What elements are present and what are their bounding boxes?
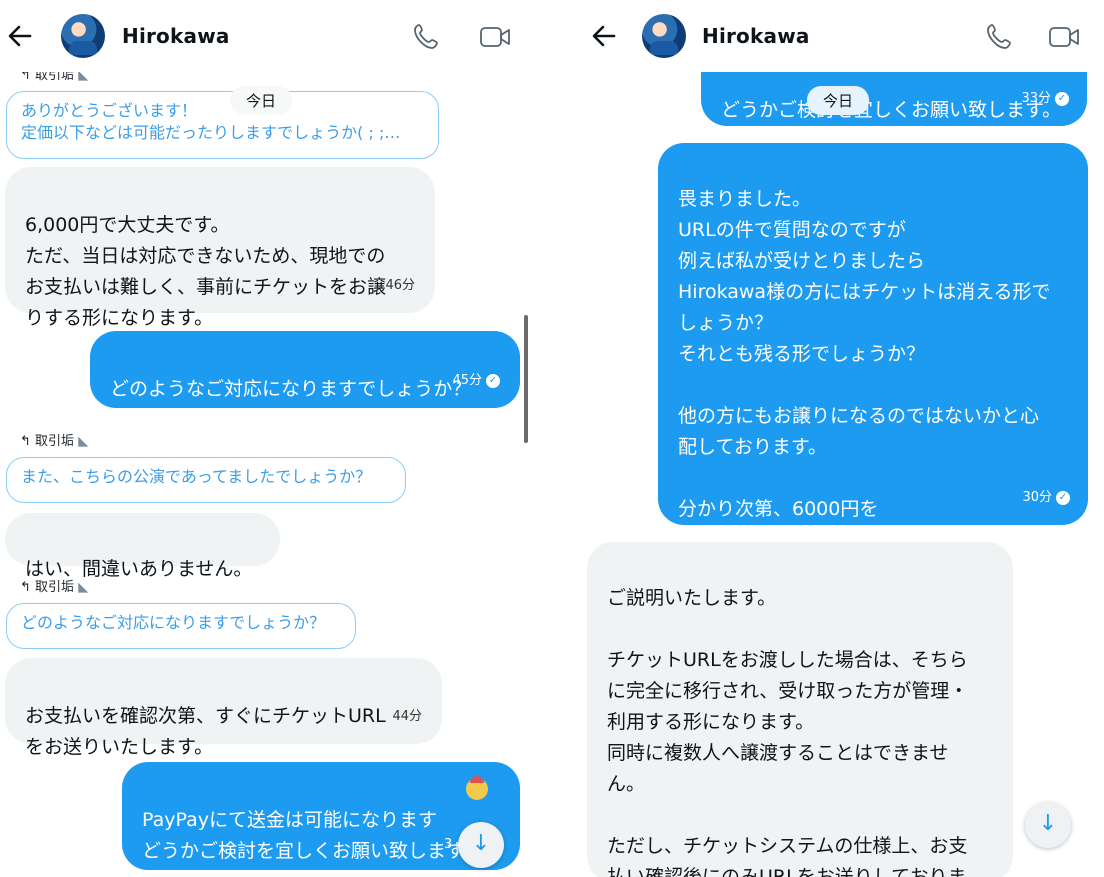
quoted-message[interactable]: また、こちらの公演であってましたでしょうか？ (6, 457, 406, 503)
date-separator: 今日 (230, 86, 293, 115)
contact-name[interactable]: Hirokawa (702, 24, 810, 48)
scrollbar[interactable] (524, 315, 528, 443)
video-icon[interactable] (1048, 24, 1080, 50)
message-time: 30分 ✓ (1022, 482, 1070, 513)
left-chat-panel: Hirokawa ↰ 取引垢 ◣ 今日 ありがとうございます！ 定価以下などは可… (0, 0, 540, 877)
emoji-icon (466, 776, 488, 800)
message-time: 44分 (392, 709, 422, 724)
back-arrow-icon[interactable] (590, 22, 618, 50)
reply-indicator: ↰ 取引垢 ◣ (20, 580, 89, 595)
message-text: ご説明いたします。 チケットURLをお渡しした場合は、そちら に完全に移行され、… (607, 587, 969, 877)
message-time: 33分 ✓ (1021, 83, 1069, 114)
contact-name[interactable]: Hirokawa (122, 24, 230, 48)
message-bubble-incoming[interactable]: 6,000円で大丈夫です。 ただ、当日は対応できないため、現地での お支払いは難… (5, 167, 435, 329)
reply-arrow-icon: ↰ (20, 580, 31, 595)
shark-icon: ◣ (78, 434, 89, 449)
phone-icon[interactable] (413, 22, 441, 50)
message-text: お支払いを確認次第、すぐにチケットURL をお送りいたします。 (25, 705, 386, 758)
right-chat-panel: どうかご検討を宜しくお願い致します。 33分 ✓ Hirokawa 今日 畏まりま… (576, 0, 1104, 877)
message-time: 46分 (385, 278, 415, 293)
check-icon: ✓ (1055, 91, 1069, 106)
message-text: 畏まりました。 URLの件で質問なのですが 例えば私が受けとりましたら Hiro… (678, 188, 1051, 551)
phone-icon[interactable] (986, 22, 1014, 50)
message-text: PayPayにて送金は可能になります どうかご検討を宜しくお願い致します。 (142, 809, 483, 862)
reply-arrow-icon: ↰ (20, 434, 31, 449)
reply-indicator: ↰ 取引垢 ◣ (20, 434, 89, 449)
arrow-down-icon: ↓ (1038, 811, 1058, 836)
check-icon: ✓ (486, 373, 500, 388)
scroll-to-bottom-button[interactable]: ↓ (458, 822, 504, 868)
date-separator: 今日 (807, 86, 870, 115)
quoted-message[interactable]: ありがとうございます！ 定価以下などは可能だったりしますでしょうか( ; ;… (6, 91, 439, 159)
message-text: 6,000円で大丈夫です。 ただ、当日は対応できないため、現地での お支払いは難… (25, 214, 387, 329)
quoted-message[interactable]: どのようなご対応になりますでしょうか？ (6, 603, 356, 649)
message-time: 45分 ✓ (452, 365, 500, 396)
message-bubble-incoming[interactable]: はい、間違いありません。 (5, 513, 280, 580)
message-time: 3 (444, 837, 453, 852)
video-icon[interactable] (479, 24, 511, 50)
message-bubble-outgoing[interactable]: どのようなご対応になりますでしょうか？ 45分 ✓ (90, 331, 520, 408)
message-text: どうかご検討を宜しくお願い致します。 (721, 99, 1062, 121)
chat-header: Hirokawa (576, 0, 1104, 72)
message-bubble-incoming[interactable]: ご説明いたします。 チケットURLをお渡しした場合は、そちら に完全に移行され、… (587, 542, 1013, 877)
back-arrow-icon[interactable] (6, 22, 34, 50)
message-bubble-incoming[interactable]: お支払いを確認次第、すぐにチケットURL をお送りいたします。 44分 (5, 658, 442, 758)
avatar[interactable] (61, 14, 105, 58)
shark-icon: ◣ (78, 580, 89, 595)
arrow-down-icon: ↓ (471, 831, 491, 856)
scroll-to-bottom-button[interactable]: ↓ (1025, 802, 1071, 848)
panel-divider (540, 0, 576, 877)
check-icon: ✓ (1056, 490, 1070, 505)
message-bubble-outgoing[interactable]: 畏まりました。 URLの件で質問なのですが 例えば私が受けとりましたら Hiro… (658, 143, 1088, 551)
avatar[interactable] (642, 14, 686, 58)
chat-header: Hirokawa (0, 0, 540, 72)
message-text: どのようなご対応になりますでしょうか？ (110, 378, 472, 400)
